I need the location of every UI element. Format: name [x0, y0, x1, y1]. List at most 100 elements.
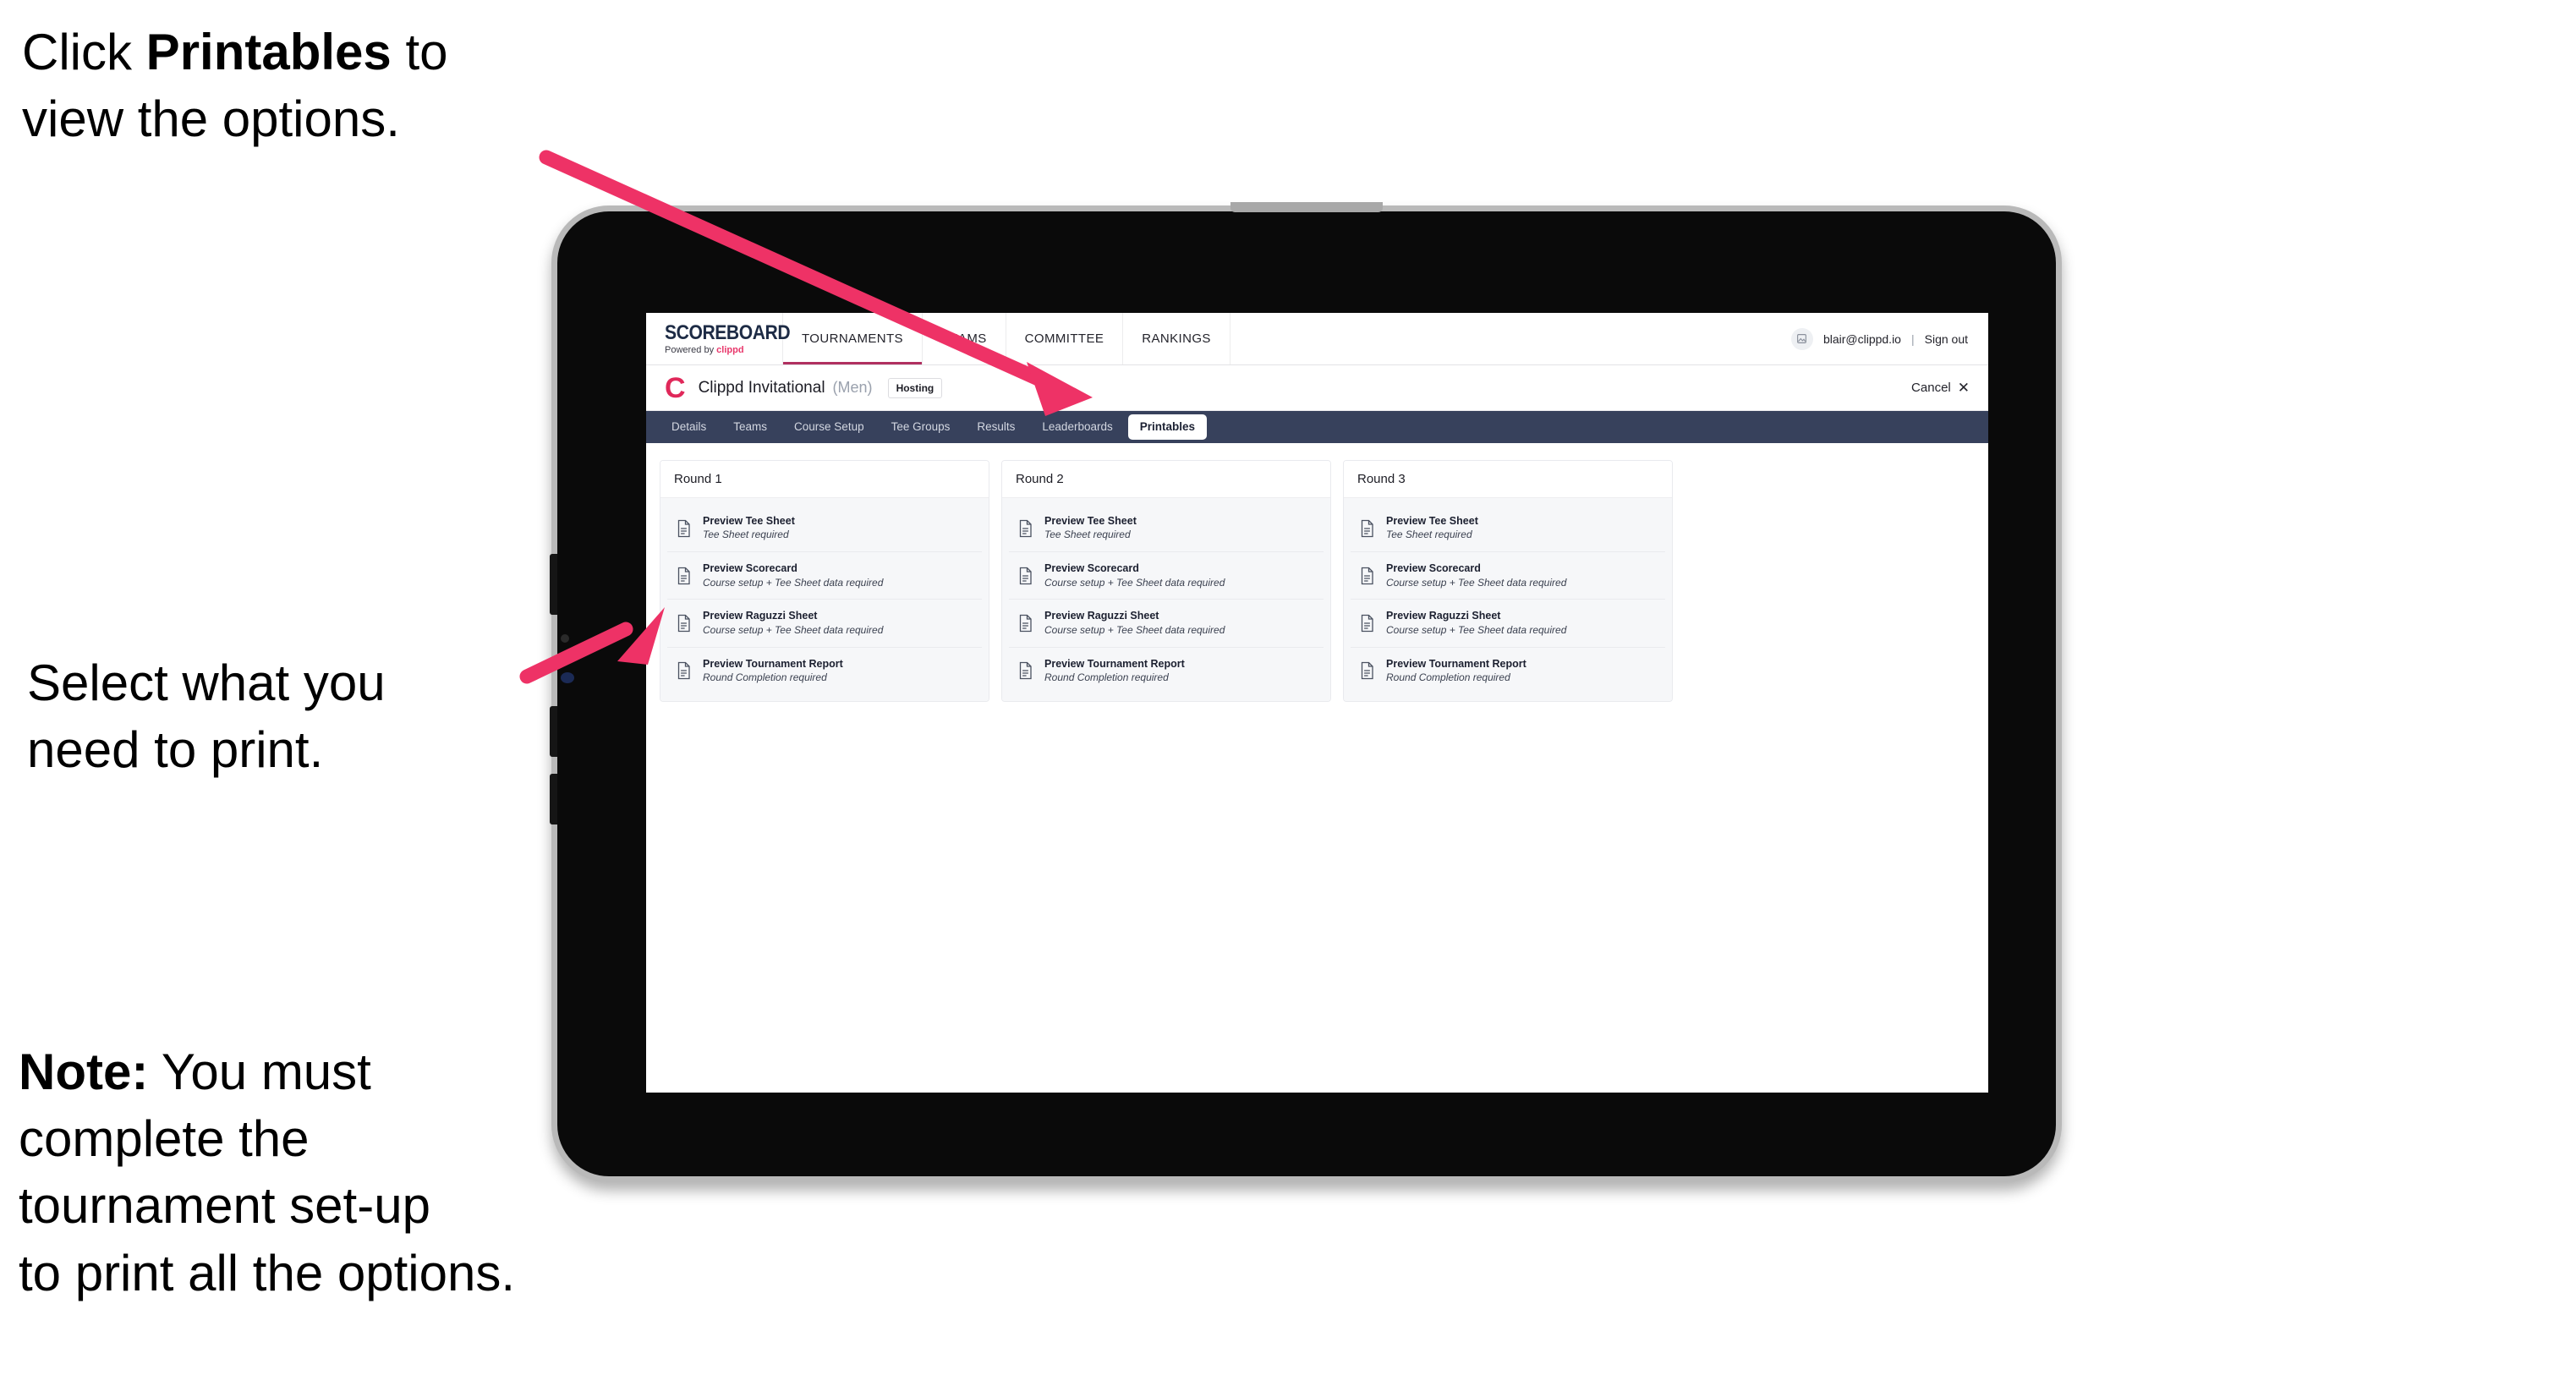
printable-item-title: Preview Scorecard	[1044, 562, 1139, 575]
annotation-click-pre: Click	[22, 24, 146, 80]
logo-tagline-brand: clippd	[716, 344, 744, 355]
tablet-led-indicator	[561, 672, 574, 683]
printable-item-text: Preview Tournament Report Round Completi…	[1044, 658, 1185, 684]
round-title: Round 2	[1002, 461, 1330, 498]
printable-item-requirement: Tee Sheet required	[703, 529, 789, 541]
scoreboard-logo[interactable]: SCOREBOARD Powered by clippd	[646, 313, 791, 364]
printable-item-title: Preview Tournament Report	[1044, 657, 1185, 670]
printable-item-tee-sheet[interactable]: Preview Tee Sheet Tee Sheet required	[667, 505, 982, 553]
tablet-side-button-top[interactable]	[550, 554, 557, 615]
round-title: Round 3	[1344, 461, 1672, 498]
printable-item-text: Preview Tee Sheet Tee Sheet required	[703, 515, 795, 541]
printable-item-requirement: Course setup + Tee Sheet data required	[1386, 623, 1567, 636]
document-icon	[1017, 661, 1033, 680]
tournament-header-bar: C Clippd Invitational (Men) Hosting Canc…	[646, 365, 1988, 411]
printable-item-tournament-report[interactable]: Preview Tournament Report Round Completi…	[1351, 647, 1665, 694]
user-separator: |	[1910, 331, 1915, 346]
document-icon	[676, 519, 692, 538]
tablet-camera-dot	[561, 634, 569, 643]
tab-course-setup[interactable]: Course Setup	[782, 416, 876, 438]
printable-item-requirement: Course setup + Tee Sheet data required	[1044, 576, 1225, 589]
printable-item-raguzzi-sheet[interactable]: Preview Raguzzi Sheet Course setup + Tee…	[1351, 600, 1665, 648]
close-icon: ✕	[1957, 380, 1970, 396]
logo-wordmark: SCOREBOARD	[665, 320, 791, 344]
tablet-device-frame: SCOREBOARD Powered by clippd TOURNAMENTS…	[550, 202, 2062, 1182]
topnav-item-committee[interactable]: COMMITTEE	[1006, 313, 1124, 364]
round-items-list: Preview Tee Sheet Tee Sheet required Pre…	[1344, 498, 1672, 701]
tab-leaderboards[interactable]: Leaderboards	[1030, 416, 1124, 438]
topnav-item-rankings[interactable]: RANKINGS	[1123, 313, 1230, 364]
round-card: Round 2 Preview Tee Sheet Tee Sheet requ…	[1001, 460, 1331, 702]
tab-details[interactable]: Details	[660, 416, 718, 438]
printable-item-title: Preview Tournament Report	[1386, 657, 1526, 670]
printable-item-text: Preview Tournament Report Round Completi…	[1386, 658, 1526, 684]
round-items-list: Preview Tee Sheet Tee Sheet required Pre…	[660, 498, 989, 701]
round-card: Round 3 Preview Tee Sheet Tee Sheet requ…	[1343, 460, 1673, 702]
tablet-volume-down-button[interactable]	[550, 774, 557, 824]
printable-item-scorecard[interactable]: Preview Scorecard Course setup + Tee She…	[1009, 552, 1324, 600]
user-email: blair@clippd.io	[1822, 331, 1901, 346]
tab-teams[interactable]: Teams	[721, 416, 779, 438]
cancel-label: Cancel	[1911, 381, 1951, 395]
logo-tagline: Powered by clippd	[665, 344, 782, 355]
printable-item-requirement: Course setup + Tee Sheet data required	[703, 576, 884, 589]
printable-item-tournament-report[interactable]: Preview Tournament Report Round Completi…	[667, 647, 982, 694]
tournament-gender: (Men)	[832, 379, 873, 396]
printable-item-tee-sheet[interactable]: Preview Tee Sheet Tee Sheet required	[1351, 505, 1665, 553]
printable-item-tournament-report[interactable]: Preview Tournament Report Round Completi…	[1009, 647, 1324, 694]
tab-tee-groups[interactable]: Tee Groups	[880, 416, 962, 438]
topnav-spacer	[1230, 313, 1791, 364]
printable-item-title: Preview Tee Sheet	[1044, 515, 1137, 527]
tab-printables[interactable]: Printables	[1127, 414, 1208, 440]
tablet-screen: SCOREBOARD Powered by clippd TOURNAMENTS…	[646, 313, 1988, 1093]
printable-item-scorecard[interactable]: Preview Scorecard Course setup + Tee She…	[1351, 552, 1665, 600]
printable-item-raguzzi-sheet[interactable]: Preview Raguzzi Sheet Course setup + Tee…	[667, 600, 982, 648]
document-icon	[1017, 519, 1033, 538]
annotation-click-bold: Printables	[145, 24, 392, 80]
printable-item-title: Preview Raguzzi Sheet	[1386, 610, 1501, 622]
sign-out-link[interactable]: Sign out	[1925, 332, 1968, 346]
printable-item-requirement: Round Completion required	[1386, 671, 1510, 683]
document-icon	[1359, 567, 1375, 585]
printable-item-tee-sheet[interactable]: Preview Tee Sheet Tee Sheet required	[1009, 505, 1324, 553]
printable-item-title: Preview Raguzzi Sheet	[1044, 610, 1159, 622]
top-navigation-bar: SCOREBOARD Powered by clippd TOURNAMENTS…	[646, 313, 1988, 365]
annotation-select-print: Select what you need to print.	[27, 655, 386, 779]
round-title: Round 1	[660, 461, 989, 498]
printable-item-raguzzi-sheet[interactable]: Preview Raguzzi Sheet Course setup + Tee…	[1009, 600, 1324, 648]
printable-item-text: Preview Tournament Report Round Completi…	[703, 658, 843, 684]
document-icon	[1017, 614, 1033, 633]
topnav-item-teams[interactable]: TEAMS	[923, 313, 1006, 364]
printable-item-text: Preview Scorecard Course setup + Tee She…	[1386, 562, 1566, 589]
printable-item-requirement: Tee Sheet required	[1044, 529, 1131, 541]
clippd-logo-icon: C	[665, 371, 686, 404]
round-card: Round 1 Preview Tee Sheet Tee Sheet requ…	[660, 460, 989, 702]
printable-item-text: Preview Tee Sheet Tee Sheet required	[1044, 515, 1137, 541]
printable-item-title: Preview Scorecard	[703, 562, 797, 575]
document-icon	[676, 614, 692, 633]
tournament-name: Clippd Invitational	[698, 378, 825, 397]
user-avatar-icon[interactable]	[1790, 327, 1813, 350]
printable-item-scorecard[interactable]: Preview Scorecard Course setup + Tee She…	[667, 552, 982, 600]
cancel-button[interactable]: Cancel ✕	[1911, 381, 1970, 395]
tablet-speaker-notch	[1230, 202, 1383, 212]
printable-item-title: Preview Scorecard	[1386, 562, 1481, 575]
document-icon	[676, 661, 692, 680]
printable-item-requirement: Course setup + Tee Sheet data required	[1044, 623, 1225, 636]
printable-item-text: Preview Scorecard Course setup + Tee She…	[703, 562, 883, 589]
annotation-note-bold: Note:	[19, 1044, 149, 1100]
document-icon	[676, 567, 692, 585]
printable-item-title: Preview Tee Sheet	[1386, 515, 1478, 527]
printable-item-requirement: Tee Sheet required	[1386, 529, 1472, 541]
topnav-item-tournaments[interactable]: TOURNAMENTS	[783, 313, 923, 364]
hosting-badge: Hosting	[887, 377, 943, 398]
printable-item-title: Preview Tee Sheet	[703, 515, 795, 527]
printable-item-requirement: Course setup + Tee Sheet data required	[1386, 576, 1567, 589]
tablet-volume-up-button[interactable]	[550, 706, 557, 757]
tab-results[interactable]: Results	[965, 416, 1027, 438]
printable-item-text: Preview Raguzzi Sheet Course setup + Tee…	[1386, 610, 1566, 636]
printable-item-requirement: Round Completion required	[703, 671, 827, 683]
printable-item-title: Preview Raguzzi Sheet	[703, 610, 818, 622]
printable-item-requirement: Round Completion required	[1044, 671, 1169, 683]
printable-item-text: Preview Raguzzi Sheet Course setup + Tee…	[703, 610, 883, 636]
